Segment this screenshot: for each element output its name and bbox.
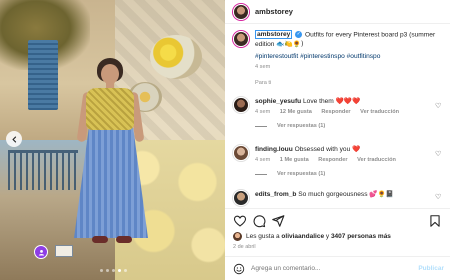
- comment-composer: Publicar: [225, 256, 450, 280]
- verified-badge-icon: ✓: [295, 31, 303, 38]
- comment-username[interactable]: sophie_yesufu: [255, 98, 301, 105]
- caption-meta: 4 sem: [255, 64, 445, 70]
- comment-username[interactable]: edits_from_b: [255, 191, 296, 198]
- blue-shutter: [28, 40, 58, 110]
- yellow-knit-top: [86, 88, 134, 130]
- comment-item: edits_from_b So much gorgeousness 💕🌻📓 ♡: [233, 190, 445, 206]
- likes-count[interactable]: 3407 personas más: [331, 233, 391, 240]
- reply-button[interactable]: Responder: [318, 157, 347, 163]
- save-bookmark-icon[interactable]: [428, 214, 442, 228]
- publish-button[interactable]: Publicar: [418, 265, 444, 272]
- author-avatar[interactable]: [233, 3, 249, 20]
- caption-avatar[interactable]: [233, 31, 249, 47]
- comment-emojis: ❤️❤️❤️: [335, 97, 361, 105]
- author-username[interactable]: ambstorey: [255, 7, 293, 16]
- carousel-indicator: [100, 269, 127, 272]
- caption-emojis: 🐟🍋🌻): [276, 39, 304, 48]
- share-send-icon[interactable]: [271, 214, 285, 228]
- comment-likes[interactable]: 1 Me gusta: [280, 157, 309, 163]
- likes-middle: y: [325, 233, 330, 240]
- post-details-panel: ambstorey ambstorey ✓ Outfits for every …: [225, 0, 450, 280]
- comment-likes[interactable]: 12 Me gusta: [280, 109, 312, 115]
- likes-summary: Les gusta a oliviaandalice y 3407 person…: [233, 232, 391, 241]
- model-figure: [66, 58, 156, 248]
- carousel-dot: [106, 269, 109, 272]
- reply-button[interactable]: Responder: [321, 109, 350, 115]
- comment-text: Obsessed with you: [294, 146, 351, 153]
- comment-icon[interactable]: [252, 214, 266, 228]
- liker-username[interactable]: oliviaandalice: [281, 233, 324, 240]
- comment-meta: 4 sem 12 Me gusta Responder Ver traducci…: [255, 109, 407, 115]
- shoe-left: [92, 236, 108, 243]
- view-replies-label: Ver respuestas (1): [277, 123, 326, 130]
- carousel-dot: [124, 269, 127, 272]
- carousel-dot: [100, 269, 103, 272]
- chevron-left-icon: [11, 135, 16, 143]
- lemon-bowl: [150, 35, 202, 79]
- replies-divider: [255, 125, 267, 127]
- likes-prefix: Les gusta a: [246, 233, 280, 240]
- like-comment-heart-icon[interactable]: ♡: [435, 103, 442, 110]
- comment-text: So much gorgeousness: [298, 191, 368, 198]
- view-replies-button[interactable]: Ver respuestas (1): [255, 171, 404, 177]
- comment-avatar[interactable]: [233, 190, 249, 206]
- user-icon: [38, 249, 44, 255]
- tagged-users-button[interactable]: [34, 245, 48, 259]
- emoji-picker-icon[interactable]: [233, 263, 245, 275]
- comment-avatar[interactable]: [233, 145, 249, 161]
- comment-age: 4 sem: [255, 109, 271, 116]
- see-translation-button[interactable]: Ver traducción: [357, 157, 396, 163]
- comment-username[interactable]: finding.louu: [255, 146, 293, 153]
- comment-item: sophie_yesufu Love them ❤️❤️❤️ 4 sem 12 …: [233, 97, 445, 129]
- comment-meta: 4 sem 1 Me gusta Responder Ver traducció…: [255, 157, 404, 163]
- comment-age: 4 sem: [255, 157, 271, 164]
- blue-striped-skirt: [74, 128, 148, 238]
- post-media[interactable]: [0, 0, 225, 280]
- caption-username[interactable]: ambstorey: [255, 30, 293, 40]
- see-translation-button[interactable]: Ver traducción: [360, 109, 399, 115]
- post-header: ambstorey: [225, 0, 450, 24]
- comment-avatar[interactable]: [233, 97, 249, 113]
- like-comment-heart-icon[interactable]: ♡: [435, 151, 442, 158]
- see-translation[interactable]: Para ti: [255, 80, 445, 86]
- comment-text: Love them: [303, 98, 334, 105]
- post-date[interactable]: 2 de abril: [233, 244, 256, 250]
- replies-divider: [255, 173, 267, 175]
- like-comment-heart-icon[interactable]: ♡: [435, 194, 442, 201]
- liker-avatar[interactable]: [233, 232, 242, 241]
- comment-emojis: ❤️: [352, 145, 361, 153]
- shoe-right: [116, 236, 132, 243]
- comment-emojis: 💕🌻📓: [369, 190, 395, 198]
- caption-hashtags[interactable]: #pinterestoutfit #pinterestinspo #outfit…: [255, 53, 445, 61]
- like-heart-icon[interactable]: [233, 214, 247, 228]
- comments-scroll[interactable]: ambstorey ✓ Outfits for every Pinterest …: [225, 25, 450, 208]
- view-replies-label: Ver respuestas (1): [277, 171, 326, 178]
- caption: ambstorey ✓ Outfits for every Pinterest …: [233, 30, 445, 86]
- comment-input[interactable]: [251, 265, 401, 272]
- face: [101, 64, 119, 84]
- carousel-dot: [118, 269, 121, 272]
- post-actions: [225, 208, 450, 232]
- carousel-dot: [112, 269, 115, 272]
- caption-age: 4 sem: [255, 64, 271, 71]
- carousel-prev-button[interactable]: [6, 131, 22, 147]
- comment-item: finding.louu Obsessed with you ❤️ 4 sem …: [233, 145, 445, 177]
- view-replies-button[interactable]: Ver respuestas (1): [255, 123, 407, 129]
